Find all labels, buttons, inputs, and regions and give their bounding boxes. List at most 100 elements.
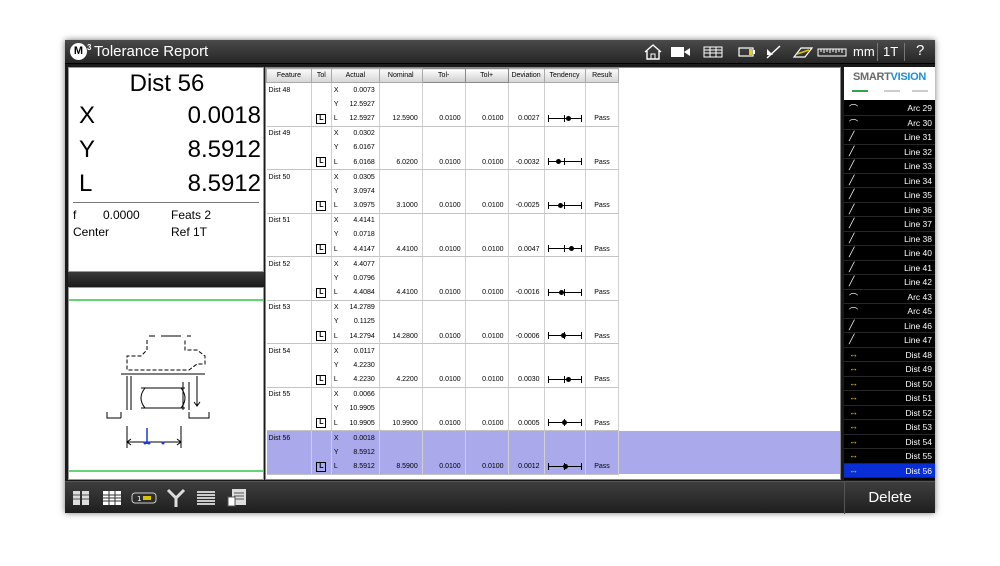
tool-label[interactable]: 1T bbox=[883, 44, 898, 59]
feature-list-item[interactable]: ╱ Line 47 bbox=[844, 333, 935, 348]
edge-tool-icon[interactable] bbox=[763, 43, 785, 61]
empty-cell bbox=[544, 445, 586, 460]
units-label[interactable]: mm bbox=[853, 44, 875, 59]
col-actual[interactable]: Actual bbox=[330, 68, 380, 83]
table-row[interactable]: Y 6.0167 bbox=[266, 140, 841, 155]
table-row[interactable]: Dist 53 X 14.2789 bbox=[266, 300, 841, 315]
feature-list-item[interactable]: ╱ Line 37 bbox=[844, 217, 935, 232]
table-row[interactable]: L L 6.0168 6.0200 0.0100 0.0100 -0.0032 Pass bbox=[266, 155, 841, 170]
feature-list-item[interactable]: ╱ Line 35 bbox=[844, 188, 935, 203]
table-row[interactable]: Y 8.5912 bbox=[266, 445, 840, 460]
actual-value: 14.2794 bbox=[349, 332, 375, 340]
table-row[interactable]: Dist 51 X 4.4141 bbox=[266, 213, 841, 228]
table-row[interactable]: L L 10.9905 10.9900 0.0100 0.0100 0.0005 Pass bbox=[266, 416, 841, 431]
home-icon[interactable] bbox=[643, 43, 663, 61]
table-row[interactable]: L L 4.4147 4.4100 0.0100 0.0100 0.0047 Pass bbox=[266, 242, 841, 257]
feature-list-item[interactable]: ⌒ Arc 29 bbox=[844, 101, 935, 116]
table-row[interactable]: Y 12.5927 bbox=[266, 97, 841, 112]
result-value: Pass bbox=[585, 329, 620, 344]
table-row[interactable]: L L 4.4084 4.4100 0.0100 0.0100 -0.0016 Pass bbox=[266, 285, 841, 301]
empty-cell bbox=[379, 430, 423, 445]
report-icon[interactable] bbox=[226, 487, 248, 509]
feature-list-item[interactable]: ↔ Dist 49 bbox=[844, 362, 935, 377]
feature-label: Line 35 bbox=[904, 190, 932, 200]
table-row[interactable]: L L 12.5927 12.5900 0.0100 0.0100 0.0027 Pass bbox=[266, 111, 841, 127]
table-row[interactable]: Dist 54 X 0.0117 bbox=[266, 343, 841, 358]
tol-checkbox[interactable]: L bbox=[316, 331, 327, 341]
feature-list-item[interactable]: ╱ Line 40 bbox=[844, 246, 935, 261]
table-row[interactable]: Dist 55 X 0.0066 bbox=[266, 387, 841, 402]
col-nominal[interactable]: Nominal bbox=[378, 68, 423, 83]
table-row[interactable]: Y 3.0974 bbox=[266, 184, 841, 199]
feature-list-item[interactable]: ╱ Line 33 bbox=[844, 159, 935, 174]
tol-checkbox[interactable]: L bbox=[316, 461, 327, 472]
feature-list-item[interactable]: ⌒ Arc 45 bbox=[844, 304, 935, 319]
counter-icon[interactable]: 1 bbox=[131, 487, 157, 509]
split-view-icon[interactable] bbox=[70, 487, 92, 509]
feature-list-item[interactable]: ╱ Line 38 bbox=[844, 232, 935, 246]
part-preview[interactable] bbox=[68, 287, 264, 480]
table-row[interactable]: Y 0.0718 bbox=[266, 227, 841, 242]
feature-list-item[interactable]: ↔ Dist 56 bbox=[844, 463, 935, 478]
feature-list-item[interactable]: ↔ Dist 50 bbox=[844, 377, 935, 391]
feature-list-item[interactable]: ╱ Line 32 bbox=[844, 145, 935, 159]
col-tendency[interactable]: Tendency bbox=[543, 68, 586, 83]
table-row[interactable]: L L 3.0975 3.1000 0.0100 0.0100 -0.0025 Pass bbox=[266, 198, 841, 214]
feature-list-item[interactable]: ⌒ Arc 43 bbox=[844, 290, 935, 304]
empty-cell bbox=[544, 430, 586, 445]
actual-value: 0.0796 bbox=[353, 274, 375, 282]
camera-icon[interactable] bbox=[669, 43, 691, 61]
delete-button[interactable]: Delete bbox=[844, 482, 935, 514]
feature-list-item[interactable]: ↔ Dist 55 bbox=[844, 449, 935, 464]
actual-value: 3.0974 bbox=[353, 187, 375, 195]
col-tol[interactable]: Tol bbox=[310, 68, 332, 83]
table-row[interactable]: Dist 50 X 0.0305 bbox=[266, 169, 841, 184]
tol-checkbox[interactable]: L bbox=[316, 157, 327, 167]
tol-checkbox[interactable]: L bbox=[316, 287, 327, 298]
col-deviation[interactable]: Deviation bbox=[507, 68, 545, 83]
filter-icon[interactable] bbox=[165, 487, 187, 509]
probe-icon[interactable] bbox=[791, 43, 815, 61]
tol-checkbox[interactable]: L bbox=[316, 113, 327, 124]
feature-list-item[interactable]: ╱ Line 34 bbox=[844, 174, 935, 188]
feature-list-item[interactable]: ╱ Line 41 bbox=[844, 261, 935, 275]
feature-list-item[interactable]: ╱ Line 36 bbox=[844, 203, 935, 217]
table-row[interactable]: Y 10.9905 bbox=[266, 401, 841, 416]
table-row[interactable]: Y 4.2230 bbox=[266, 358, 841, 373]
tol-checkbox[interactable]: L bbox=[316, 418, 327, 428]
help-button[interactable]: ? bbox=[916, 42, 924, 59]
feature-list-item[interactable]: ⌒ Arc 30 bbox=[844, 116, 935, 130]
feature-list-item[interactable]: ╱ Line 46 bbox=[844, 319, 935, 333]
feature-list-item[interactable]: ↔ Dist 53 bbox=[844, 420, 935, 435]
tol-checkbox[interactable]: L bbox=[316, 200, 327, 211]
feature-list-item[interactable]: ╱ Line 42 bbox=[844, 275, 935, 290]
table-row[interactable]: Dist 48 X 0.0073 bbox=[266, 82, 841, 97]
table-row[interactable]: Y 0.1125 bbox=[266, 314, 841, 329]
col-feature[interactable]: Feature bbox=[266, 68, 312, 83]
feature-list-item[interactable]: ↔ Dist 54 bbox=[844, 435, 935, 449]
col-tol-minus[interactable]: Tol- bbox=[421, 68, 466, 83]
feature-list-item[interactable]: ╱ Line 31 bbox=[844, 130, 935, 145]
battery-icon[interactable] bbox=[737, 43, 757, 61]
table-row[interactable]: L L 4.2230 4.2200 0.0100 0.0100 0.0030 Pass bbox=[266, 372, 841, 388]
table-row[interactable]: L L 8.5912 8.5900 0.0100 0.0100 0.0012 Pass bbox=[266, 459, 840, 475]
feature-list-item[interactable]: ↔ Dist 48 bbox=[844, 348, 935, 362]
table-row[interactable]: Dist 56 X 0.0018 bbox=[266, 430, 840, 445]
table-row[interactable]: L L 14.2794 14.2800 0.0100 0.0100 -0.0006 Pass bbox=[266, 329, 841, 344]
list-view-icon[interactable] bbox=[195, 487, 217, 509]
table-row[interactable]: Dist 49 X 0.0302 bbox=[266, 126, 841, 141]
actual-value: 0.0073 bbox=[353, 86, 375, 94]
empty-cell bbox=[311, 213, 332, 228]
ruler-icon[interactable] bbox=[817, 43, 847, 61]
actual-value: 12.5927 bbox=[349, 115, 375, 122]
feature-list-item[interactable]: ↔ Dist 51 bbox=[844, 391, 935, 406]
tol-checkbox[interactable]: L bbox=[316, 244, 327, 254]
tol-checkbox[interactable]: L bbox=[316, 374, 327, 385]
table-view-icon[interactable] bbox=[101, 487, 123, 509]
table-row[interactable]: Dist 52 X 4.4077 bbox=[266, 256, 841, 271]
col-tol-plus[interactable]: Tol+ bbox=[464, 68, 509, 83]
table-row[interactable]: Y 0.0796 bbox=[266, 271, 841, 286]
col-result[interactable]: Result bbox=[584, 68, 620, 83]
grid-icon[interactable] bbox=[703, 43, 723, 61]
feature-list-item[interactable]: ↔ Dist 52 bbox=[844, 406, 935, 420]
